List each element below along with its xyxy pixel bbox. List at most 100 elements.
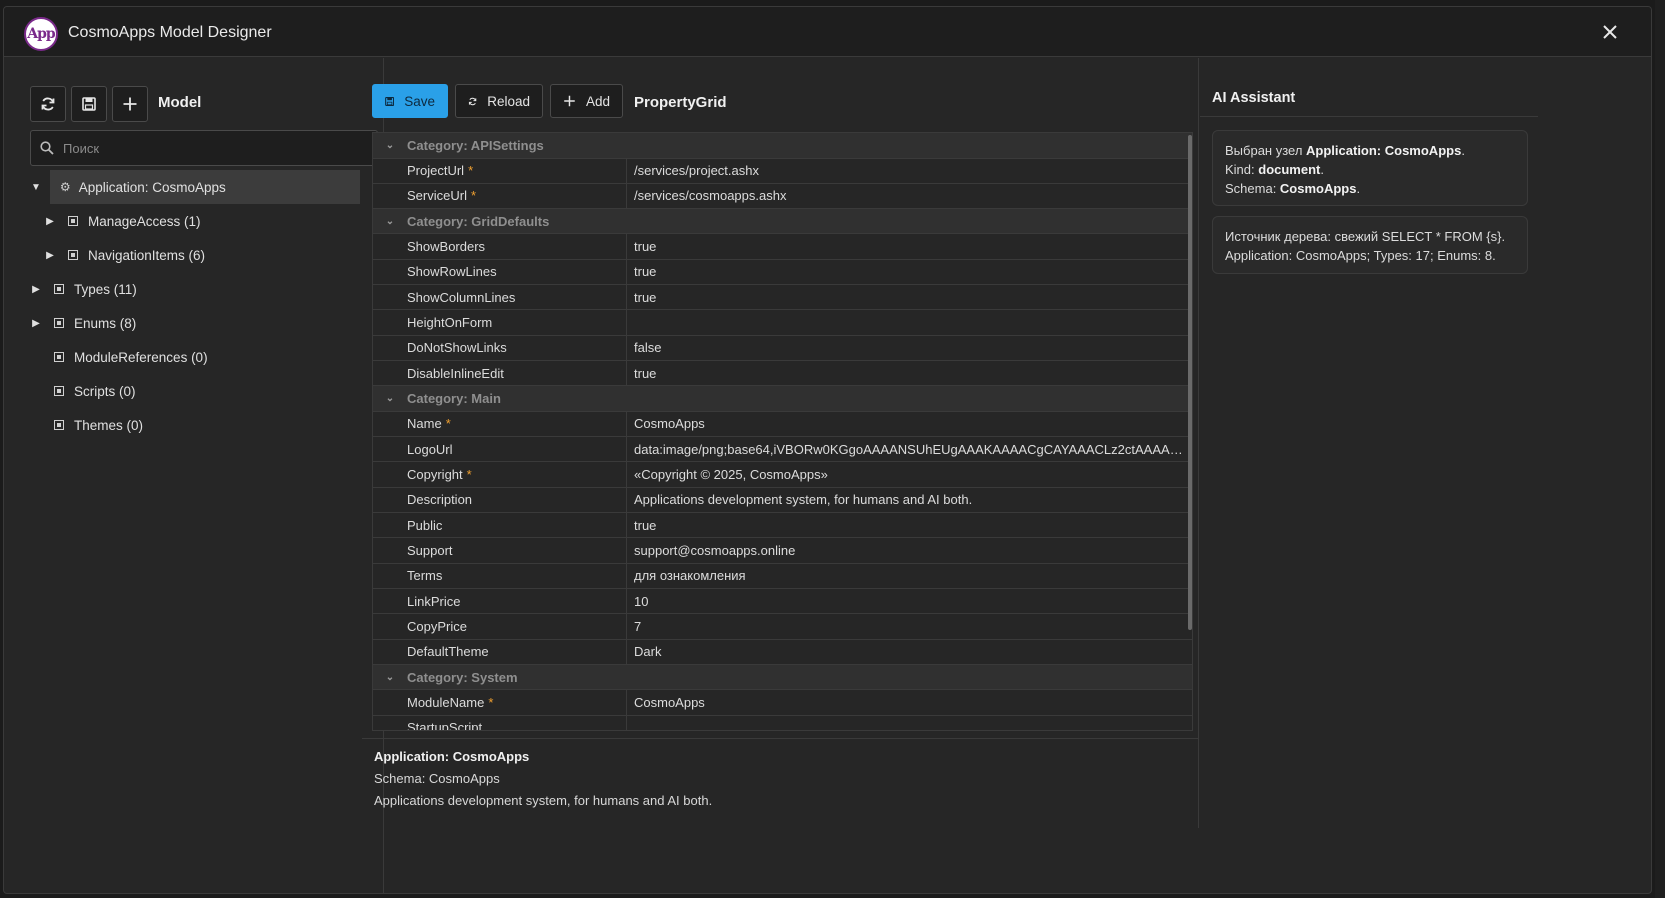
property-name: Description [407, 492, 473, 508]
tree-node-scripts[interactable]: Scripts (0) [30, 374, 360, 408]
property-value-cell[interactable]: data:image/png;base64,iVBORw0KGgoAAAANSU… [627, 442, 1187, 457]
grid-property-row[interactable]: ServiceUrl */services/cosmoapps.ashx [373, 183, 1192, 210]
property-value-cell[interactable]: /services/project.ashx [627, 163, 1187, 178]
grid-category-row[interactable]: ⌄ Category: APISettings [373, 133, 1192, 159]
grid-property-row[interactable]: ShowColumnLines true [373, 284, 1192, 311]
ai-assistant-panel: AI Assistant Выбран узел Application: Co… [1200, 58, 1540, 828]
property-value-cell[interactable]: true [627, 366, 1187, 381]
tree-node-enums[interactable]: ▶ Enums (8) [30, 306, 360, 340]
ai-assistant-title: AI Assistant [1212, 90, 1296, 106]
property-name-cell: StartupScript [373, 715, 627, 730]
property-value-cell[interactable]: true [627, 239, 1187, 254]
msg-text: Schema: [1225, 181, 1280, 196]
property-value-cell[interactable]: 7 [627, 619, 1187, 634]
plus-icon [123, 97, 137, 111]
property-name-cell: LogoUrl [373, 436, 627, 462]
property-value-cell[interactable]: true [627, 290, 1187, 305]
node-icon [54, 318, 64, 328]
grid-property-row[interactable]: Copyright * «Copyright © 2025, CosmoApps» [373, 462, 1192, 488]
grid-property-row[interactable]: HeightOnForm [373, 310, 1192, 336]
grid-property-row[interactable]: ProjectUrl */services/project.ashx [373, 158, 1192, 184]
msg-text: . [1320, 162, 1324, 177]
property-value-cell[interactable]: Dark [627, 644, 1187, 659]
property-value-cell[interactable]: support@cosmoapps.online [627, 543, 1187, 558]
grid-property-row[interactable]: ModuleName * CosmoApps [373, 690, 1192, 716]
save-button[interactable]: Save [372, 84, 448, 118]
caret-right-icon[interactable]: ▶ [44, 249, 56, 261]
msg-text: Выбран узел [1225, 143, 1307, 158]
tree-node-types[interactable]: ▶ Types (11) [30, 272, 360, 306]
property-value-cell[interactable]: CosmoApps [627, 416, 1187, 431]
property-name: Copyright [407, 467, 463, 483]
caret-right-icon[interactable]: ▶ [44, 215, 56, 227]
grid-property-row[interactable]: DoNotShowLinks false [373, 335, 1192, 362]
close-button[interactable] [1597, 19, 1623, 45]
grid-property-row[interactable]: ShowRowLines true [373, 259, 1192, 286]
grid-property-row[interactable]: Public true [373, 512, 1192, 539]
property-value-cell[interactable]: false [627, 340, 1187, 355]
grid-property-row[interactable]: DisableInlineEdit true [373, 360, 1192, 387]
tree-node-label: ManageAccess (1) [88, 213, 201, 229]
property-value-cell[interactable]: true [627, 264, 1187, 279]
property-name-cell: ShowBorders [373, 234, 627, 259]
grid-property-row[interactable]: Name * CosmoApps [373, 411, 1192, 438]
model-tree-panel: Model ▼ ⚙ Application: CosmoApps [4, 58, 384, 893]
property-name-cell: Name * [373, 411, 627, 437]
search-icon [31, 141, 63, 155]
grid-property-row[interactable]: LinkPrice 10 [373, 588, 1192, 615]
tree-node-navigationitems[interactable]: ▶ NavigationItems (6) [44, 238, 360, 272]
tree-node-application[interactable]: ▼ ⚙ Application: CosmoApps [30, 170, 360, 204]
caret-down-icon[interactable]: ▼ [30, 181, 42, 193]
add-node-button[interactable] [112, 86, 148, 122]
tree-node-manageaccess[interactable]: ▶ ManageAccess (1) [44, 204, 360, 238]
save-label: Save [404, 93, 435, 109]
node-icon [54, 386, 64, 396]
property-name: ModuleName [407, 695, 485, 710]
tree-node-modulereferences[interactable]: ModuleReferences (0) [30, 340, 360, 374]
required-marker: * [466, 467, 472, 483]
property-value-cell[interactable]: true [627, 518, 1187, 533]
tree-node-themes[interactable]: Themes (0) [30, 408, 360, 442]
property-name: Name [407, 416, 442, 432]
grid-category-row[interactable]: ⌄ Category: Main [373, 386, 1192, 412]
property-value-cell[interactable]: 10 [627, 594, 1187, 609]
property-value-cell[interactable]: «Copyright © 2025, CosmoApps» [627, 467, 1187, 482]
save-model-button[interactable] [71, 86, 107, 122]
property-value-cell[interactable]: CosmoApps [627, 695, 1187, 710]
search-input[interactable] [63, 140, 363, 156]
plus-icon [564, 95, 575, 107]
collapse-caret-icon[interactable]: ⌄ [373, 393, 407, 404]
property-name: DisableInlineEdit [407, 365, 504, 381]
grid-property-row[interactable]: Support support@cosmoapps.online [373, 538, 1192, 564]
collapse-caret-icon[interactable]: ⌄ [373, 216, 407, 227]
grid-category-row[interactable]: ⌄ Category: GridDefaults [373, 208, 1192, 235]
category-label: Category: System [407, 669, 518, 685]
collapse-caret-icon[interactable]: ⌄ [373, 672, 407, 683]
grid-property-row[interactable]: StartupScript [373, 715, 1192, 730]
add-button[interactable]: Add [550, 84, 623, 118]
property-name-cell: ShowColumnLines [373, 284, 627, 310]
tree-node-label: Scripts (0) [74, 383, 136, 399]
category-label: Category: Main [407, 391, 501, 407]
tree-search[interactable] [30, 130, 378, 166]
grid-scrollbar[interactable] [1188, 135, 1192, 630]
collapse-caret-icon[interactable]: ⌄ [373, 140, 407, 151]
refresh-button[interactable] [30, 86, 66, 122]
caret-right-icon[interactable]: ▶ [30, 283, 42, 295]
grid-property-row[interactable]: Description Applications development syst… [373, 487, 1192, 514]
grid-property-row[interactable]: Terms для ознакомления [373, 563, 1192, 590]
property-value-cell[interactable]: для ознакомления [627, 568, 1187, 583]
grid-category-row[interactable]: ⌄ Category: System [373, 664, 1192, 691]
grid-property-row[interactable]: DefaultTheme Dark [373, 639, 1192, 666]
grid-property-row[interactable]: ShowBorders true [373, 234, 1192, 260]
property-value-cell[interactable]: Applications development system, for hum… [627, 492, 1187, 507]
grid-property-row[interactable]: LogoUrl data:image/png;base64,iVBORw0KGgo… [373, 436, 1192, 463]
grid-property-row[interactable]: CopyPrice 7 [373, 614, 1192, 640]
reload-button[interactable]: Reload [455, 84, 543, 118]
tree-node-label: NavigationItems (6) [88, 247, 206, 263]
tree-node-label: Application: CosmoApps [78, 179, 226, 195]
caret-right-icon[interactable]: ▶ [30, 317, 42, 329]
msg-bold: CosmoApps [1279, 181, 1357, 196]
property-value-cell[interactable]: /services/cosmoapps.ashx [627, 188, 1187, 203]
model-title: Model [158, 94, 202, 111]
